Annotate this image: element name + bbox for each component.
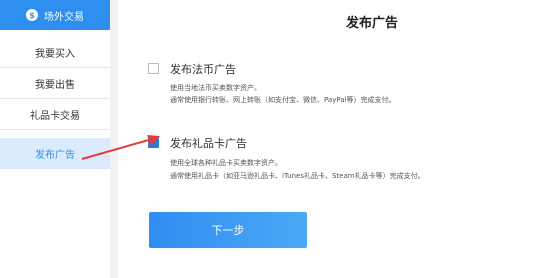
sidebar-item-label: 我要买入 — [35, 48, 75, 60]
exchange-logo-icon: $ — [26, 9, 38, 21]
fiat-ad-checkbox[interactable] — [148, 63, 159, 74]
fiat-ad-title: 发布法币广告 — [170, 63, 236, 76]
sidebar-header-label: 场外交易 — [44, 11, 84, 23]
gift-card-ad-desc-line2: 通常使用礼品卡（如亚马逊礼品卡、iTunes礼品卡、Steam礼品卡等）完成支付… — [170, 172, 425, 180]
sidebar-item-buy[interactable]: 我要买入 — [0, 37, 110, 68]
sidebar-item-label: 礼品卡交易 — [30, 110, 80, 122]
sidebar-item-label: 发布广告 — [35, 150, 75, 161]
page-title: 发布广告 — [345, 16, 398, 31]
fiat-ad-desc-line2: 通常使用银行转账、网上转账（如支付宝、微信、PayPal等）完成支付。 — [170, 96, 396, 104]
sidebar-item-label: 我要出售 — [35, 79, 75, 91]
sidebar: $ 场外交易 我要买入 我要出售 礼品卡交易 发布广告 — [0, 0, 110, 278]
sidebar-header[interactable]: $ 场外交易 — [0, 0, 110, 30]
sidebar-item-sell[interactable]: 我要出售 — [0, 68, 110, 99]
main-panel: 发布广告 发布法币广告 使用当地法币买卖数字资产。 通常使用银行转账、网上转账（… — [118, 0, 550, 278]
sidebar-item-post-ad[interactable]: 发布广告 — [0, 138, 110, 169]
next-step-button[interactable]: 下一步 — [149, 212, 307, 248]
fiat-ad-desc-line1: 使用当地法币买卖数字资产。 — [170, 84, 261, 92]
gift-card-ad-checkbox[interactable] — [148, 137, 159, 148]
gift-card-ad-title: 发布礼品卡广告 — [170, 137, 247, 150]
gift-card-ad-desc-line1: 使用全球各种礼品卡买卖数字资产。 — [170, 159, 282, 167]
sidebar-item-gift-card-trade[interactable]: 礼品卡交易 — [0, 99, 110, 130]
